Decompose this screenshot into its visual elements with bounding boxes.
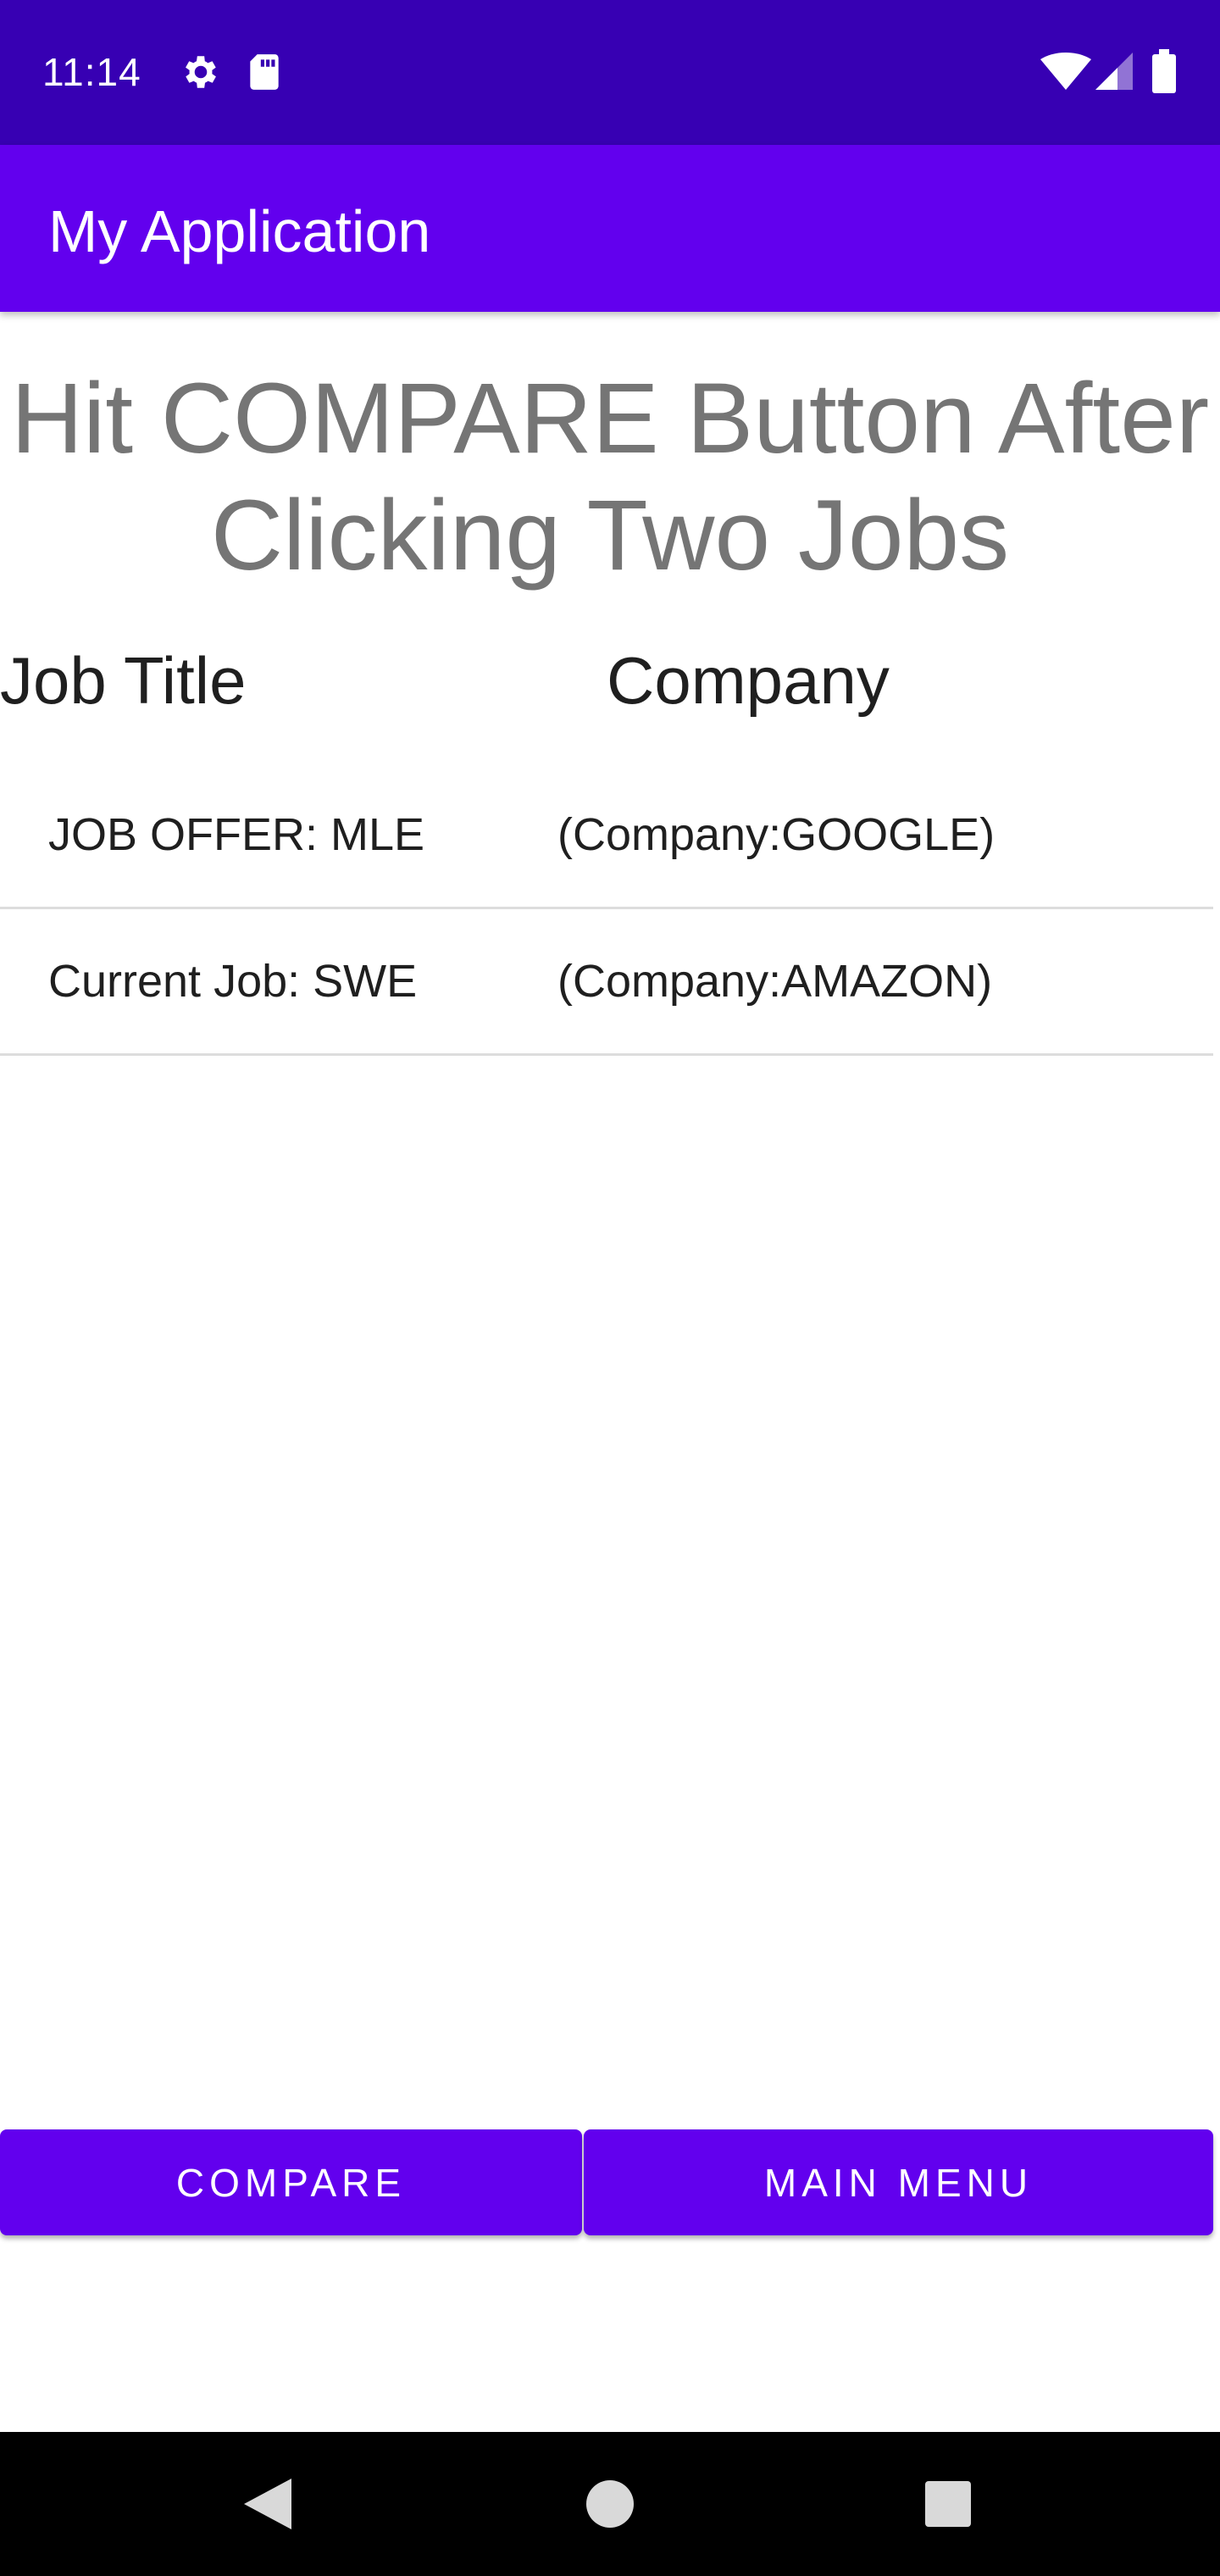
navigation-bar [0,2432,1220,2576]
list-item[interactable]: JOB OFFER: MLE (Company:GOOGLE) [0,763,1213,909]
app-title: My Application [48,198,431,264]
job-list: JOB OFFER: MLE (Company:GOOGLE) Current … [0,763,1213,1056]
gear-icon [180,51,222,97]
instruction-text: Hit COMPARE Button After Clicking Two Jo… [10,363,1210,591]
job-title: JOB OFFER: MLE [48,809,425,860]
wifi-icon [1040,53,1091,94]
sd-card-icon [246,51,283,97]
battery-icon [1152,49,1176,97]
job-company: (Company:AMAZON) [557,956,993,1007]
status-time: 11:14 [42,50,141,94]
home-icon[interactable] [586,2480,634,2532]
app-bar: My Application [0,145,1220,312]
job-company: (Company:GOOGLE) [557,809,995,860]
job-title-column-header: Job Title [0,643,247,718]
job-title: Current Job: SWE [48,956,418,1007]
compare-button[interactable]: COMPARE [0,2129,582,2235]
recents-icon[interactable] [925,2481,971,2531]
company-column-header: Company [607,643,890,718]
signal-icon [1095,53,1133,94]
status-bar: 11:14 [0,0,1220,145]
main-menu-button[interactable]: MAIN MENU [584,2129,1213,2235]
list-item[interactable]: Current Job: SWE (Company:AMAZON) [0,909,1213,1056]
back-icon[interactable] [244,2479,291,2534]
